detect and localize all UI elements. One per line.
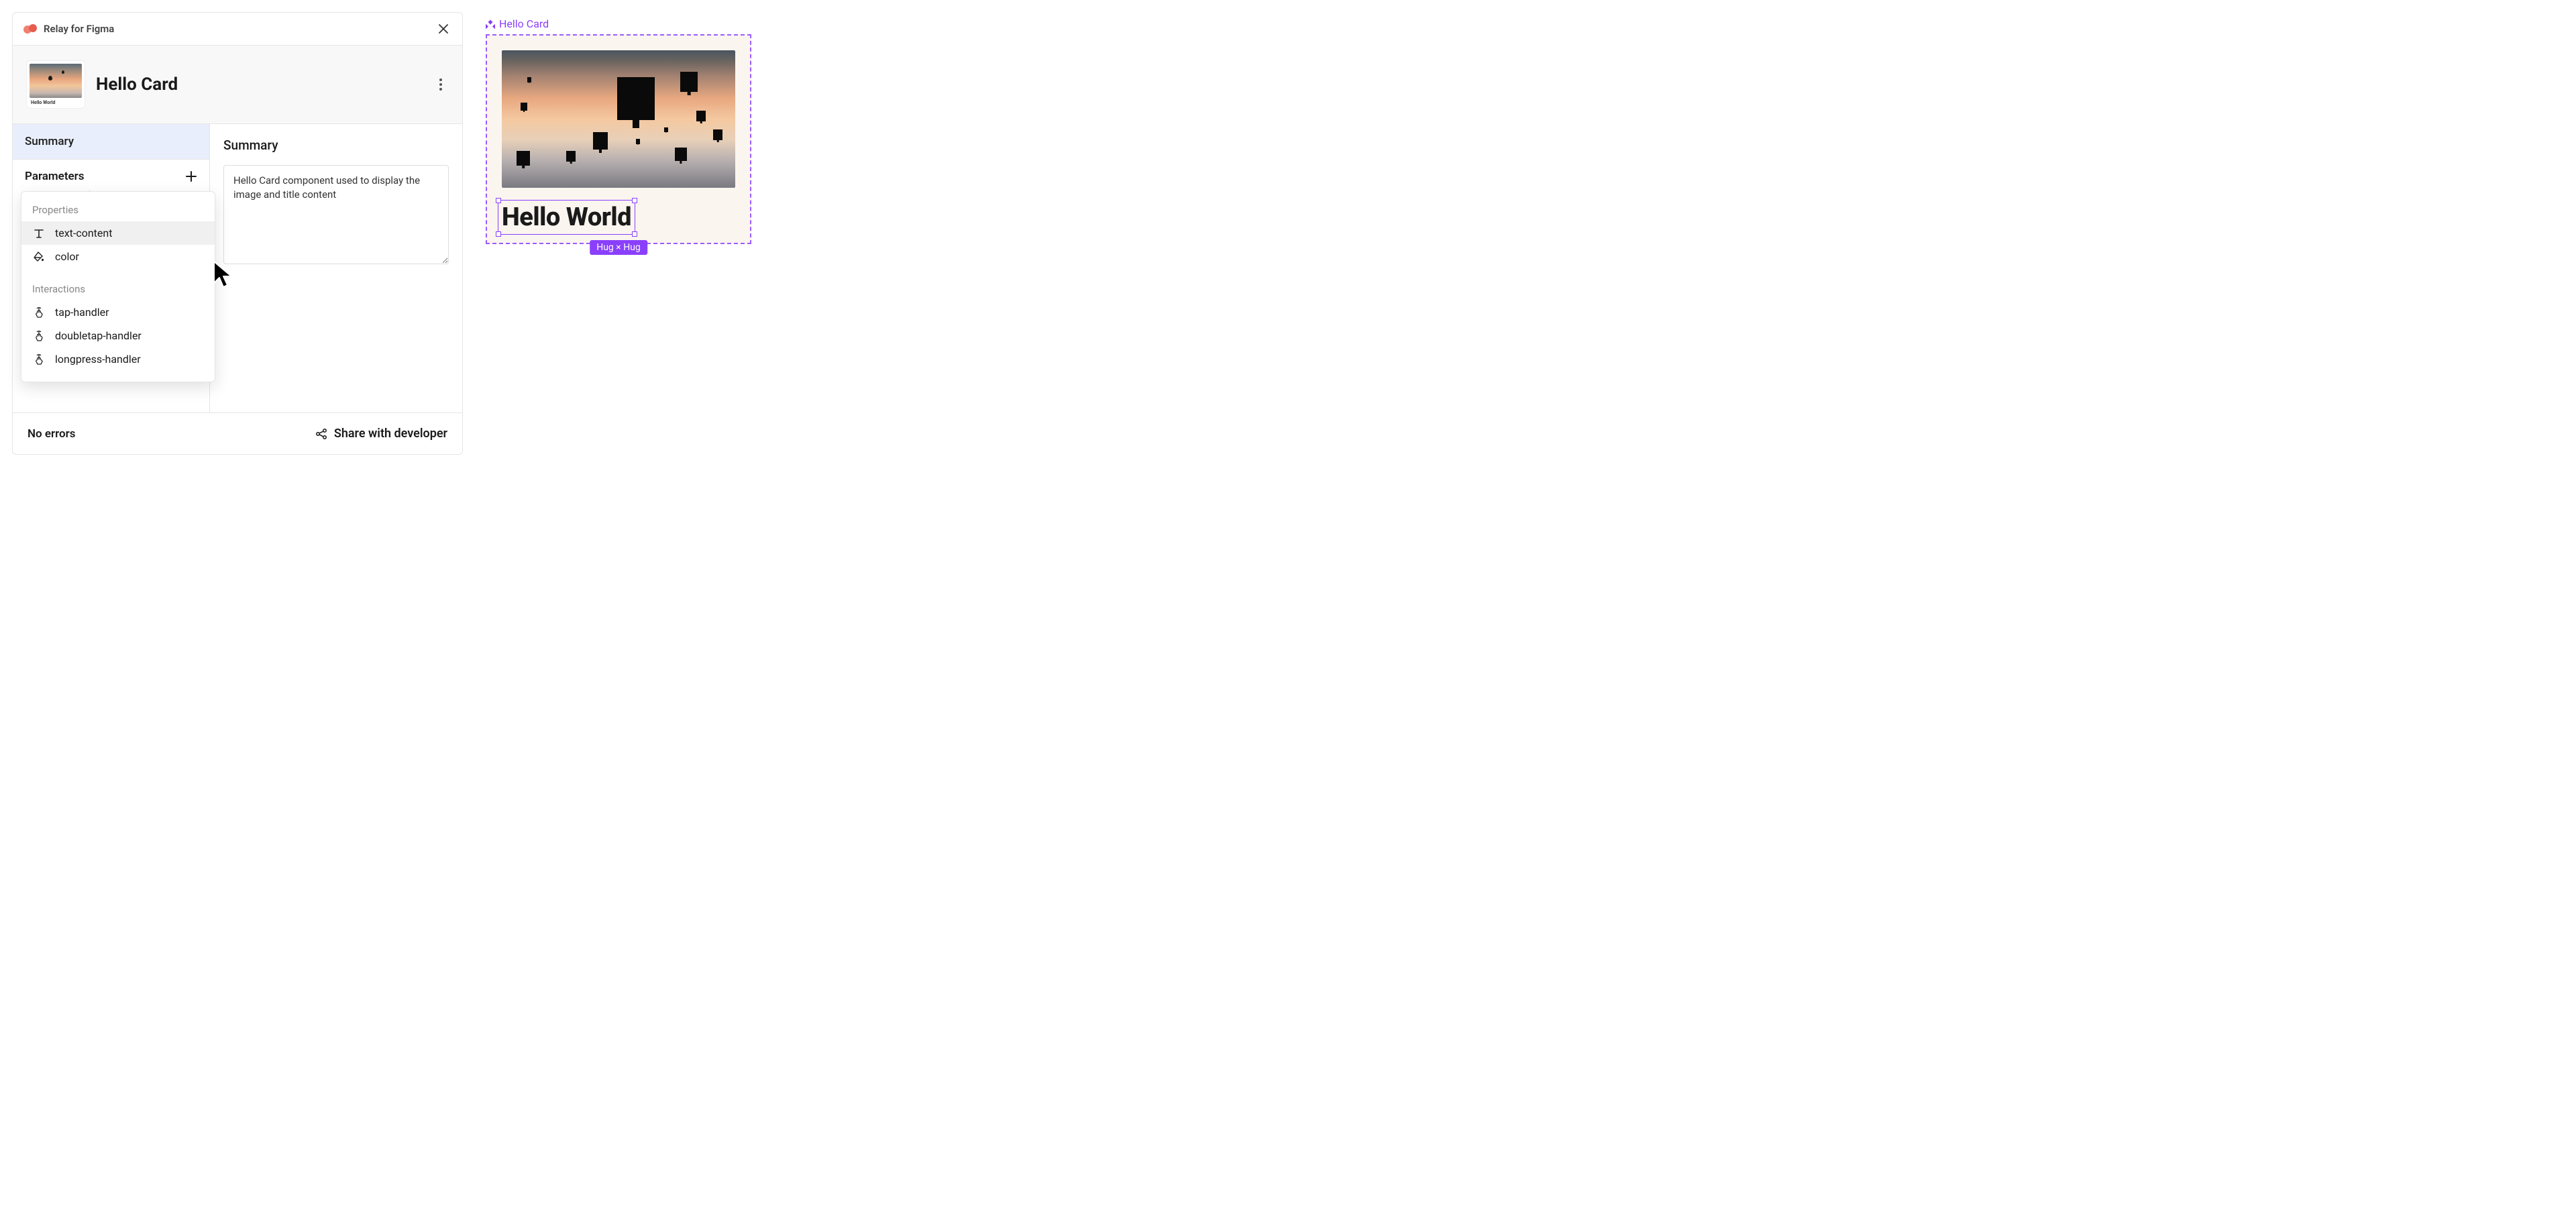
share-label: Share with developer: [334, 427, 447, 441]
summary-textarea[interactable]: [223, 165, 449, 264]
interaction-option-doubletap[interactable]: doubletap-handler: [21, 324, 215, 347]
interaction-option-label: tap-handler: [55, 306, 109, 319]
parameters-row: Parameters: [13, 160, 209, 186]
component-icon: [486, 19, 495, 29]
property-option-label: text-content: [55, 227, 112, 239]
thumbnail-label: Hello World: [30, 98, 82, 105]
figma-component-label: Hello Card: [499, 17, 549, 30]
tab-summary[interactable]: Summary: [13, 124, 209, 160]
interaction-option-label: doubletap-handler: [55, 329, 142, 342]
component-thumbnail: Hello World: [26, 60, 85, 109]
add-parameter-popover: Properties text-content color Interac: [21, 191, 215, 382]
panel-footer: No errors Share with developer: [13, 412, 462, 454]
tap-icon: [32, 353, 46, 366]
interaction-option-longpress[interactable]: longpress-handler: [21, 347, 215, 371]
plus-icon: [185, 170, 197, 182]
interaction-option-tap[interactable]: tap-handler: [21, 300, 215, 324]
tap-icon: [32, 330, 46, 342]
more-menu-button[interactable]: [433, 76, 449, 93]
text-icon: [32, 228, 46, 239]
sidebar: Summary Parameters Select a layer first …: [13, 124, 210, 412]
close-icon: [438, 23, 449, 34]
resize-handle-bl[interactable]: [496, 231, 501, 237]
figma-component-label-row: Hello Card: [486, 17, 751, 30]
plugin-header-left: Relay for Figma: [23, 23, 114, 35]
resize-handle-br[interactable]: [632, 231, 637, 237]
plugin-panel: Relay for Figma Hello World Hello Card: [12, 12, 463, 455]
component-header-left: Hello World Hello Card: [26, 60, 178, 109]
popover-interactions-label: Interactions: [21, 278, 215, 300]
property-option-color[interactable]: color: [21, 245, 215, 268]
figma-component-image: [502, 50, 735, 188]
share-with-developer-button[interactable]: Share with developer: [315, 427, 447, 441]
interaction-option-label: longpress-handler: [55, 353, 141, 366]
paint-bucket-icon: [32, 252, 46, 262]
component-header: Hello World Hello Card: [13, 46, 462, 124]
content-heading: Summary: [223, 137, 449, 153]
figma-text-layer[interactable]: Hello World: [502, 203, 631, 232]
figma-component-frame[interactable]: Hello World Hug × Hug: [486, 34, 751, 244]
tap-icon: [32, 306, 46, 319]
parameters-label: Parameters: [25, 170, 85, 183]
property-option-text-content[interactable]: text-content: [21, 221, 215, 245]
figma-component: Hello Card: [486, 17, 751, 244]
popover-properties-label: Properties: [21, 199, 215, 221]
content-area: Summary: [210, 124, 462, 412]
plugin-title: Relay for Figma: [44, 23, 114, 35]
constraint-badge: Hug × Hug: [590, 240, 647, 255]
plugin-header: Relay for Figma: [13, 13, 462, 46]
resize-handle-tr[interactable]: [632, 198, 637, 203]
status-text: No errors: [28, 427, 76, 441]
share-icon: [315, 428, 327, 440]
selection-box: [498, 200, 635, 235]
relay-logo-icon: [23, 23, 38, 34]
close-button[interactable]: [435, 21, 451, 37]
panel-body: Summary Parameters Select a layer first …: [13, 124, 462, 412]
property-option-label: color: [55, 250, 79, 263]
thumbnail-image: [30, 64, 82, 98]
add-parameter-button[interactable]: [184, 169, 199, 184]
component-name: Hello Card: [96, 74, 178, 95]
resize-handle-tl[interactable]: [496, 198, 501, 203]
